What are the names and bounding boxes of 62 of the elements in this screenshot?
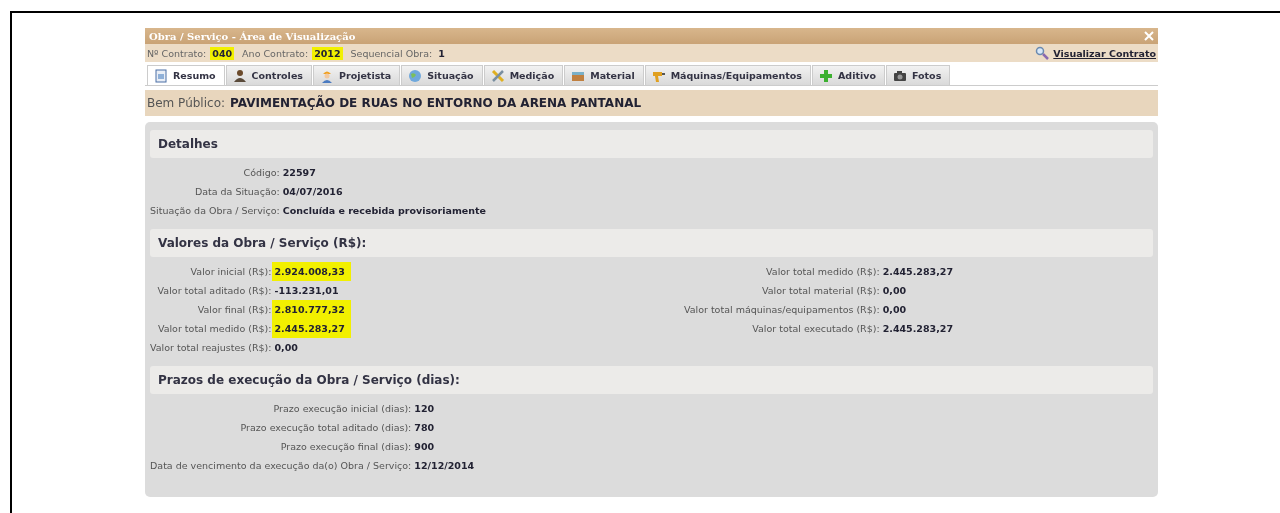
field-value: 2012: [312, 46, 343, 60]
field-label: Prazo execução total aditado (dias):: [239, 421, 412, 435]
tab[interactable]: Máquinas/Equipamentos: [644, 65, 811, 85]
plus-icon: [819, 68, 833, 83]
field-label: Bem Público:: [147, 96, 226, 110]
field-value: 2.445.283,27: [882, 322, 953, 336]
person-icon: [232, 68, 247, 83]
field-label: Valor total máquinas/equipamentos (R$):: [683, 303, 880, 317]
field-value: 2.810.777,32: [272, 300, 351, 319]
field-label: Valor total reajustes (R$):: [150, 341, 272, 355]
field-value: 2.924.008,33: [272, 262, 351, 281]
section-title: Detalhes: [158, 137, 218, 151]
search-icon: [1035, 46, 1050, 60]
tab[interactable]: Medição: [483, 65, 564, 85]
field-label: Valor total medido (R$):: [765, 265, 880, 279]
field-value: 0,00: [882, 303, 907, 317]
field-value: 22597: [282, 166, 316, 180]
tab[interactable]: Controles: [225, 65, 312, 85]
camera-icon: [892, 68, 907, 83]
field-label: Prazo execução inicial (dias):: [272, 402, 412, 416]
close-icon[interactable]: [1144, 31, 1154, 41]
field-label: Situação da Obra / Serviço:: [150, 204, 280, 218]
globe-icon: [408, 68, 423, 83]
field-label: Valor total aditado (R$):: [156, 284, 272, 298]
field-label: Código:: [242, 166, 280, 180]
field-label: Data de vencimento da execução da(o) Obra / Serviço:: [150, 459, 412, 473]
field-value: 040: [210, 46, 235, 60]
field-value: 12/12/2014: [414, 459, 475, 473]
clipboard-icon: [154, 68, 168, 83]
field-label: Valor total executado (R$):: [751, 322, 880, 336]
field-value: -113.231,01: [274, 284, 339, 298]
field-label: Valor total medido (R$):: [156, 322, 272, 336]
field-value: Concluída e recebida provisoriamente: [282, 204, 487, 218]
field-value: 900: [414, 440, 435, 454]
field-value: 1: [437, 46, 446, 60]
tab[interactable]: Projetista: [313, 65, 401, 85]
field-value: 2.445.283,27: [882, 265, 953, 279]
window-title: Obra / Serviço - Área de Visualização: [149, 30, 356, 42]
field-label: Sequencial Obra:: [350, 47, 433, 59]
tab[interactable]: Situação: [401, 65, 483, 85]
field-value: 120: [414, 402, 435, 416]
field-value: 0,00: [274, 341, 298, 355]
field-value: 780: [414, 421, 435, 435]
view-contract-link[interactable]: Visualizar Contrato: [1035, 46, 1156, 60]
tab[interactable]: Material: [564, 65, 644, 85]
section-title: Prazos de execução da Obra / Serviço (dias):: [158, 373, 460, 387]
tab[interactable]: Aditivo: [812, 65, 885, 85]
field-label: Nº Contrato:: [147, 47, 207, 59]
field-label: Valor inicial (R$):: [189, 265, 272, 279]
field-label: Ano Contrato:: [242, 47, 309, 59]
field-value: 0,00: [882, 284, 907, 298]
field-label: Valor total material (R$):: [761, 284, 880, 298]
field-value: 04/07/2016: [282, 185, 343, 199]
field-value: 2.445.283,27: [272, 319, 351, 338]
field-label: Prazo execução final (dias):: [279, 440, 412, 454]
tools-icon: [490, 68, 505, 83]
field-label: Valor final (R$):: [196, 303, 272, 317]
field-label: Data da Situação:: [193, 185, 280, 199]
section-title: Valores da Obra / Serviço (R$):: [158, 236, 367, 250]
tab[interactable]: Fotos: [885, 65, 951, 85]
field-value: PAVIMENTAÇÃO DE RUAS NO ENTORNO DA ARENA PANTANAL: [230, 96, 642, 110]
tab[interactable]: Resumo: [147, 65, 225, 85]
